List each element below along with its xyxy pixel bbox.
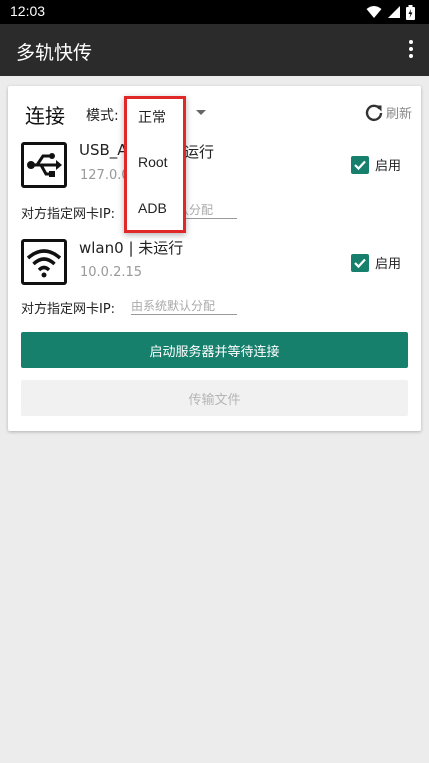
- mode-dropdown-menu: 正常 Root ADB: [124, 96, 186, 233]
- checkbox-checked-icon: [351, 155, 369, 174]
- app-bar: 多轨快传: [0, 24, 429, 76]
- peer-ip-field[interactable]: 由系统默认分配: [131, 295, 237, 315]
- peer-ip-label: 对方指定网卡IP:: [21, 207, 116, 222]
- status-time: 12:03: [10, 3, 46, 19]
- mode-label: 模式:: [86, 108, 119, 124]
- status-bar: 12:03: [0, 0, 429, 24]
- mode-option-normal[interactable]: 正常: [138, 107, 166, 127]
- mode-option-root[interactable]: Root: [138, 154, 168, 170]
- wifi-icon: [21, 239, 67, 285]
- peer-ip-placeholder: 由系统默认分配: [131, 299, 216, 313]
- wifi-signal-icon: [366, 6, 382, 18]
- enable-label: 启用: [375, 257, 402, 272]
- cell-signal-icon: [388, 6, 400, 18]
- connect-title: 连接: [25, 104, 65, 128]
- status-icons: [366, 4, 415, 20]
- device-name: wlan0 | 未运行: [79, 239, 184, 257]
- transfer-files-button: 传输文件: [21, 380, 408, 416]
- device-status: 运行: [184, 143, 215, 161]
- mode-option-adb[interactable]: ADB: [138, 200, 167, 216]
- refresh-icon: [365, 104, 383, 121]
- enable-checkbox[interactable]: 启用: [351, 155, 401, 174]
- start-server-button[interactable]: 启动服务器并等待连接: [21, 332, 408, 368]
- app-title: 多轨快传: [16, 42, 93, 64]
- enable-label: 启用: [375, 159, 402, 174]
- enable-checkbox[interactable]: 启用: [351, 253, 401, 272]
- refresh-label: 刷新: [385, 107, 412, 122]
- peer-ip-label: 对方指定网卡IP:: [21, 302, 116, 317]
- checkbox-checked-icon: [351, 253, 369, 272]
- device-ip: 10.0.2.15: [80, 265, 143, 280]
- usb-icon: [21, 142, 67, 188]
- connect-card: 连接 模式: 刷新 USB_AC 运行 127.0.0.1 启用 对方指定网卡I…: [8, 86, 421, 431]
- mode-spinner-arrow-icon[interactable]: [196, 110, 206, 115]
- refresh-button[interactable]: 刷新: [365, 103, 412, 122]
- more-vert-icon[interactable]: [407, 40, 415, 60]
- battery-icon: [406, 4, 415, 20]
